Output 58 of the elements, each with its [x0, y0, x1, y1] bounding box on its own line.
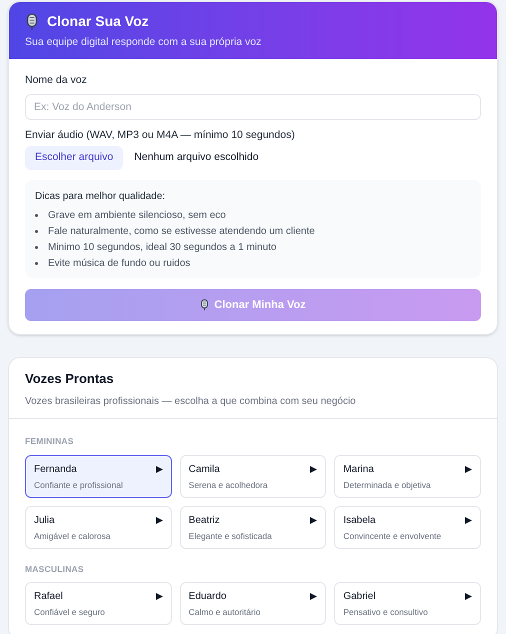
tips-title: Dicas para melhor qualidade:	[35, 190, 166, 204]
file-status: Nenhum arquivo escolhido	[134, 150, 259, 166]
play-icon	[465, 516, 472, 524]
voice-name: Julia	[34, 514, 56, 528]
card-subtitle: Sua equipe digital responde com a sua própria voz	[25, 35, 262, 50]
bullet-icon	[35, 246, 38, 249]
voice-card[interactable]: Eduardo Calmo e autoritário	[180, 582, 326, 626]
play-icon	[310, 593, 318, 600]
voice-description: Pensativo e consultivo	[343, 606, 428, 619]
play-icon	[310, 466, 318, 472]
voice-name: Beatriz	[188, 514, 221, 528]
tip-text: Fale naturalmente, como se estivesse atendendo um cliente	[48, 224, 315, 239]
field-label: Enviar áudio (WAV, MP3 ou M4A — mínimo 10 segundos)	[25, 128, 296, 142]
voice-card[interactable]: Isabela Convincente e envolvente	[334, 506, 481, 548]
voice-name: Isabela	[343, 514, 377, 528]
bullet-icon	[35, 262, 38, 265]
play-icon	[310, 516, 318, 524]
voice-name: Camila	[188, 462, 221, 476]
voice-name: Gabriel	[343, 590, 377, 604]
microphone-icon	[25, 12, 39, 30]
voice-description: Serena e acolhedora	[188, 478, 268, 492]
voice-name: Fernanda	[34, 462, 78, 476]
voice-card[interactable]: Julia Amigável e calorosa	[25, 506, 172, 548]
microphone-icon	[200, 299, 210, 312]
choose-file-button[interactable]: Escolher arquivo	[25, 146, 124, 170]
voice-description: Elegante e sofisticada	[188, 530, 272, 542]
voice-name: Eduardo	[188, 590, 228, 604]
voice-description: Determinada e objetiva	[343, 478, 431, 492]
tip-text: Minimo 10 segundos, ideal 30 segundos a 1 minuto	[48, 240, 276, 255]
voice-card[interactable]: Fernanda Confiante e profissional	[25, 454, 172, 498]
play-icon	[156, 593, 163, 600]
card-title: Clonar Sua Voz	[47, 12, 149, 31]
voice-name-field[interactable]: Ex: Voz do Anderson	[25, 94, 481, 120]
tip-text: Grave em ambiente silencioso, sem eco	[48, 208, 226, 223]
voice-card[interactable]: Rafael Confiável e seguro	[25, 582, 172, 626]
play-icon	[156, 466, 163, 472]
voice-name: Marina	[343, 462, 375, 476]
voice-card[interactable]: Marina Determinada e objetiva	[334, 454, 481, 498]
voice-description: Confiante e profissional	[34, 478, 123, 492]
play-icon	[465, 466, 472, 472]
voice-card[interactable]: Gabriel Pensativo e consultivo	[334, 582, 481, 626]
voice-card[interactable]: Camila Serena e acolhedora	[180, 454, 326, 498]
voice-description: Amigável e calorosa	[34, 530, 111, 542]
voice-card[interactable]: Beatriz Elegante e sofisticada	[180, 506, 326, 548]
play-icon	[156, 516, 163, 524]
bullet-icon	[35, 214, 38, 217]
voice-name: Rafael	[34, 590, 64, 604]
group-label: FEMININAS	[25, 434, 75, 448]
group-label: MASCULINAS	[25, 562, 85, 576]
section-subtitle: Vozes brasileiras profissionais — escolha a que combina com seu negócio	[25, 394, 357, 409]
play-icon	[465, 593, 472, 600]
voice-description: Calmo e autoritário	[188, 606, 260, 619]
field-label: Nome da voz	[25, 72, 88, 88]
voice-description: Convincente e envolvente	[343, 530, 442, 542]
tip-text: Evite música de fundo ou ruidos	[48, 256, 190, 271]
section-title: Vozes Prontas	[25, 370, 115, 388]
bullet-icon	[35, 230, 38, 233]
voice-description: Confiável e seguro	[34, 606, 105, 619]
